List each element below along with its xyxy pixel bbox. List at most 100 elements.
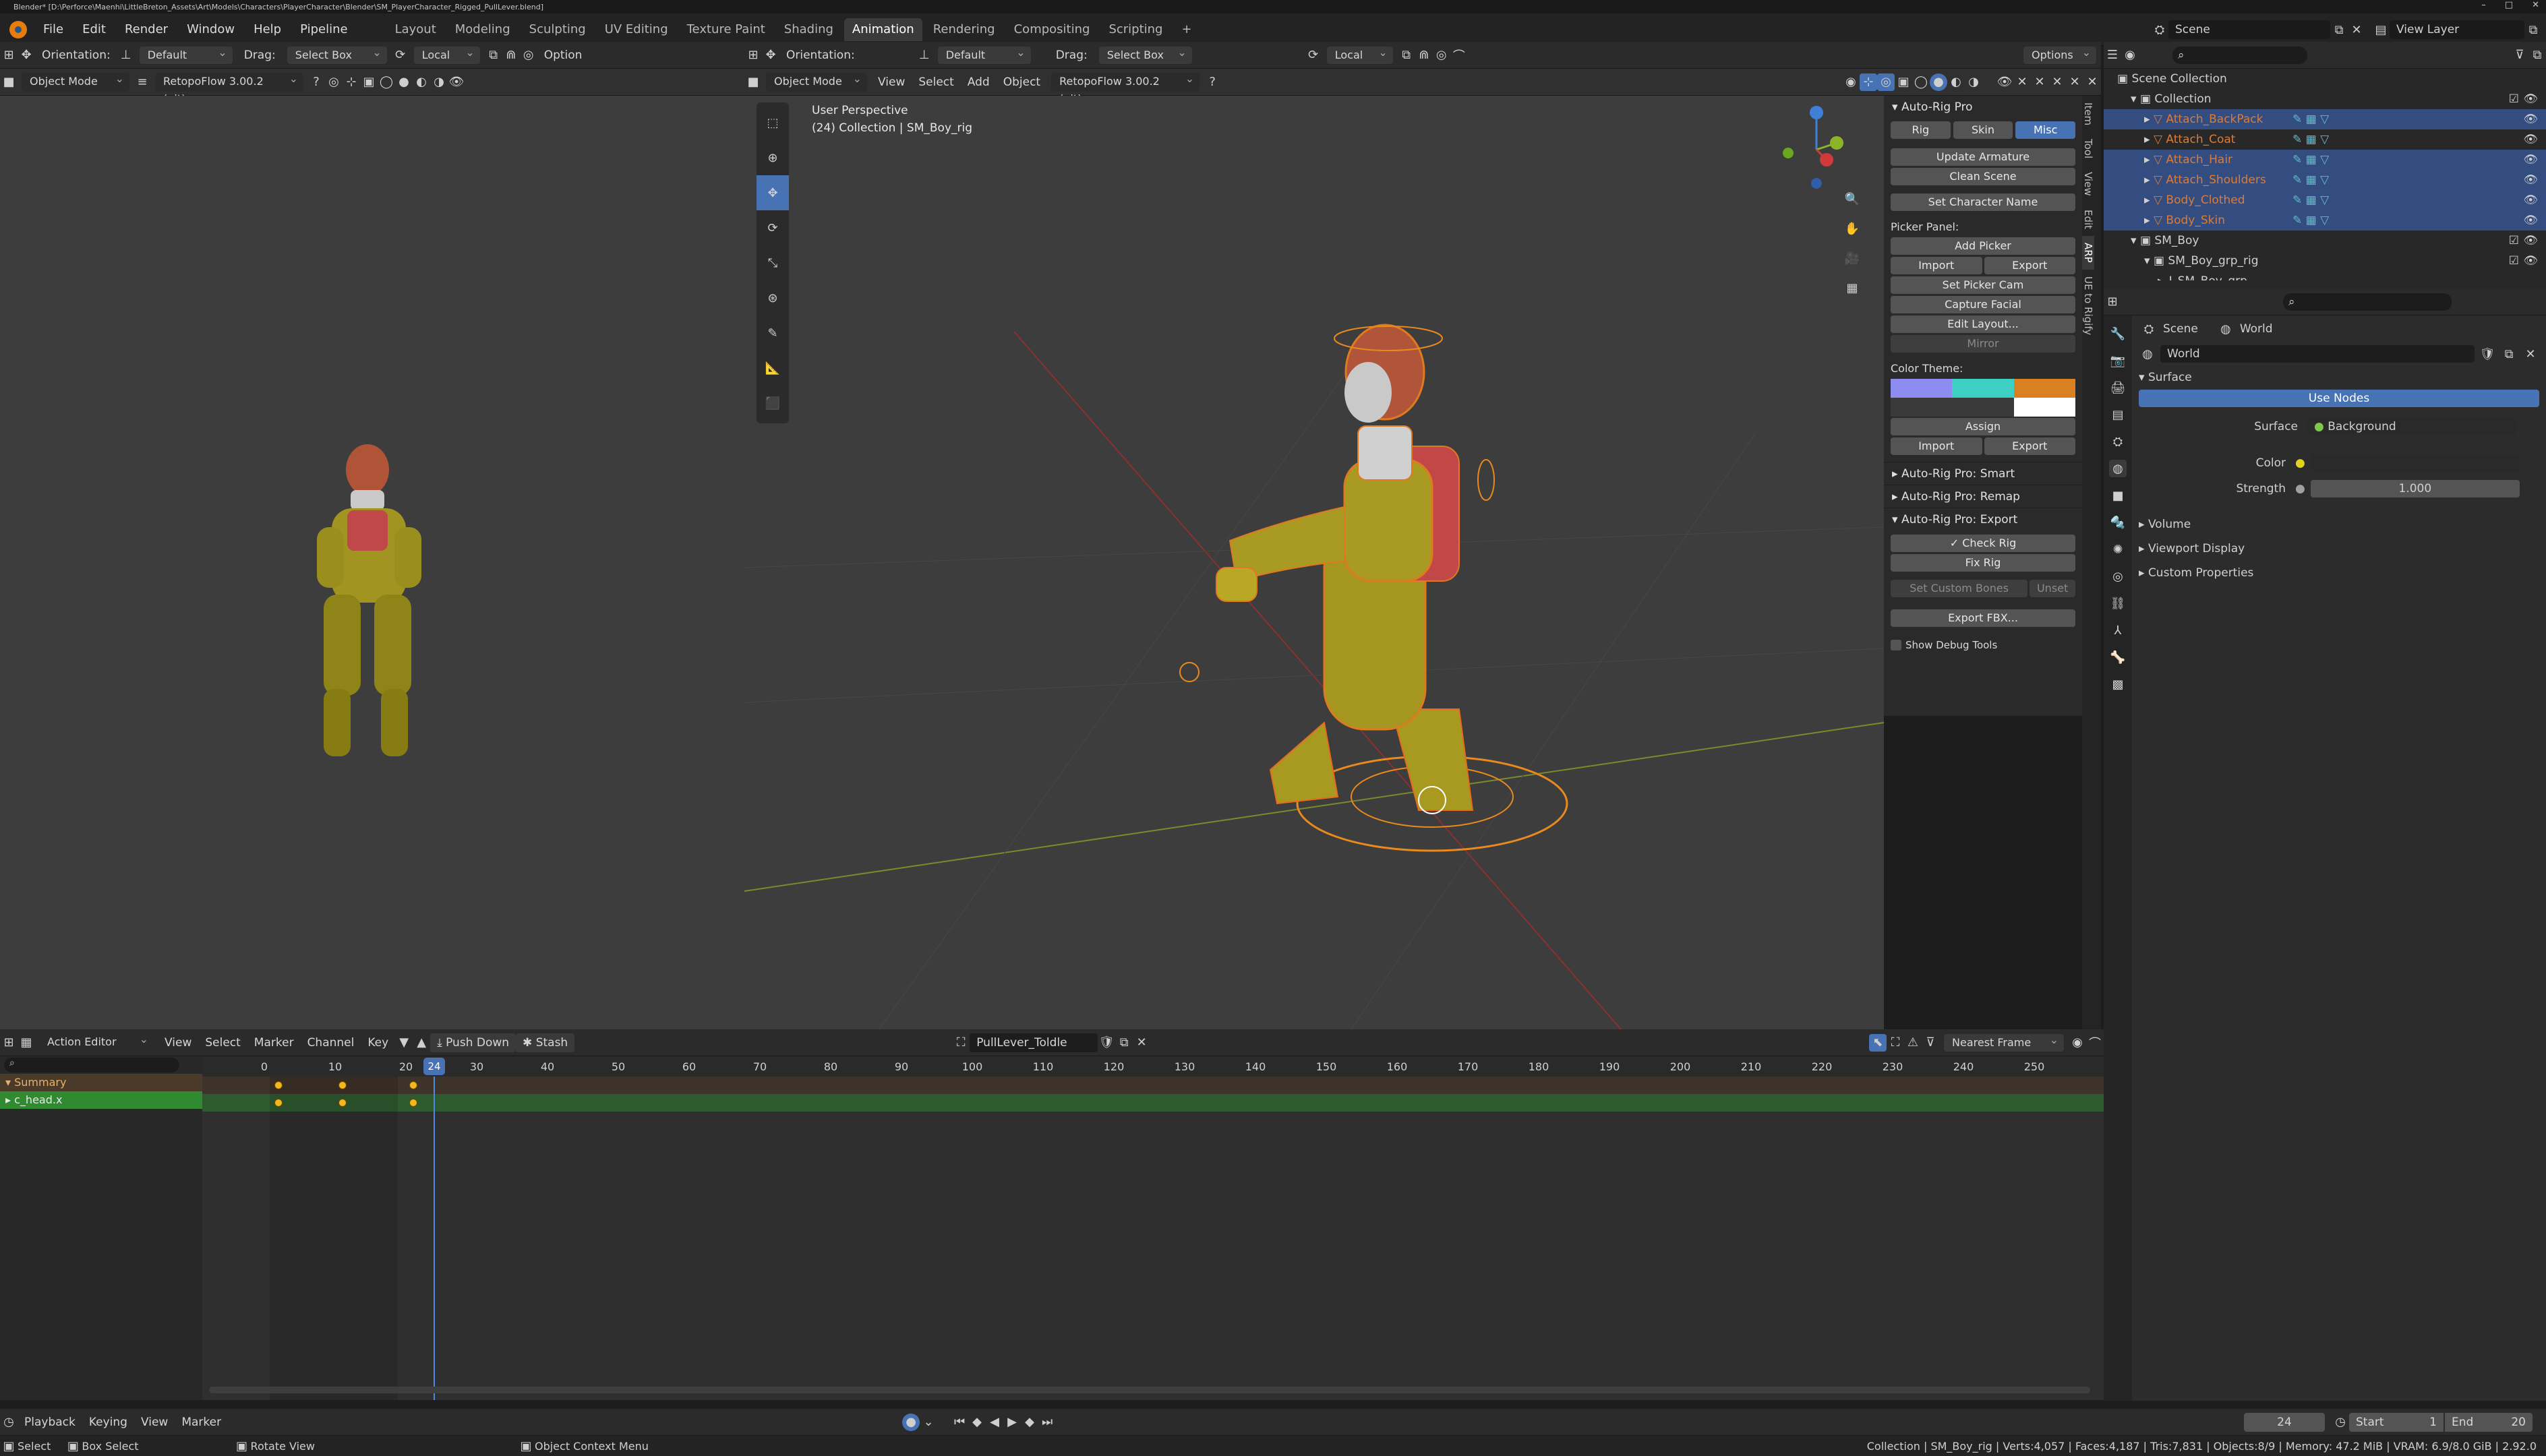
- up-arrow-icon[interactable]: ▲: [413, 1034, 430, 1052]
- assign-button[interactable]: Assign: [1891, 418, 2075, 435]
- measure-tool-icon[interactable]: 📐: [757, 351, 789, 386]
- checkbox-icon[interactable]: ☑: [2509, 231, 2519, 251]
- delete-scene-icon[interactable]: ✕: [2348, 21, 2365, 38]
- view-overlay-icon[interactable]: ◎: [325, 73, 343, 91]
- proportional-icon[interactable]: ◉: [2069, 1034, 2086, 1052]
- tab-sculpting[interactable]: Sculpting: [521, 18, 594, 41]
- update-armature-button[interactable]: Update Armature: [1891, 148, 2075, 166]
- proportional-falloff-icon[interactable]: ⌒: [1450, 47, 1468, 64]
- close-x-icon[interactable]: ✕: [2048, 73, 2066, 91]
- overlay-icon[interactable]: ◎: [1877, 73, 1895, 91]
- sm-boy-grp-row[interactable]: ▸ ⅄ SM_Boy_grp: [2104, 271, 2546, 280]
- tab-compositing[interactable]: Compositing: [1006, 18, 1098, 41]
- show-debug-checkbox[interactable]: [1891, 640, 1901, 650]
- keying-dropdown-icon[interactable]: ⌄: [920, 1414, 937, 1431]
- menu-marker[interactable]: Marker: [175, 1416, 228, 1429]
- keyframe-marker[interactable]: [409, 1081, 417, 1089]
- tab-edit[interactable]: Edit: [2082, 203, 2094, 236]
- constraints-tab-icon[interactable]: ⛓: [2109, 595, 2127, 612]
- theme-color-swatch[interactable]: [1952, 379, 2014, 398]
- main-mode-dropdown[interactable]: Object Mode: [766, 70, 867, 92]
- options-dropdown[interactable]: Options: [2023, 44, 2097, 65]
- select-tool-icon[interactable]: ⬚: [757, 105, 789, 140]
- outliner-item[interactable]: ▸ ▽ Body_Clothed ✎ ▦ ▽ 👁: [2104, 190, 2546, 210]
- keyframe-marker[interactable]: [338, 1099, 347, 1107]
- start-frame-field[interactable]: Start 1: [2349, 1412, 2444, 1432]
- outliner-item[interactable]: ▸ ▽ Attach_Shoulders ✎ ▦ ▽ 👁: [2104, 170, 2546, 190]
- transform-tool-icon[interactable]: ⊛: [757, 280, 789, 315]
- new-scene-icon[interactable]: ⧉: [2330, 21, 2348, 38]
- drag-dropdown[interactable]: Select Box: [286, 44, 388, 65]
- modifiers-tab-icon[interactable]: 🔩: [2109, 514, 2127, 531]
- rigged-character[interactable]: [1179, 324, 1568, 852]
- outliner-search-input[interactable]: ⌕: [2172, 46, 2307, 64]
- auto-key-icon[interactable]: ●: [902, 1413, 920, 1431]
- display-mode-icon[interactable]: ◉: [2121, 47, 2139, 64]
- world-tab-icon[interactable]: ◍: [2109, 460, 2127, 477]
- jump-end-icon[interactable]: ⏭: [1038, 1414, 1056, 1431]
- frame-ruler[interactable]: 0 10 20 30 40 50 60 70 80 90 100 110 120 130 140 150 160…: [202, 1056, 2104, 1076]
- strength-field[interactable]: 1.000: [2310, 480, 2520, 497]
- playhead-frame[interactable]: 24: [423, 1058, 445, 1075]
- outliner-item[interactable]: ▸ ▽ Attach_Hair ✎ ▦ ▽ 👁: [2104, 150, 2546, 170]
- menu-view[interactable]: View: [134, 1416, 175, 1429]
- eye-icon[interactable]: 👁: [2523, 210, 2538, 231]
- move-tool-icon[interactable]: ✥: [762, 47, 779, 64]
- scene-tab-icon[interactable]: ⛭: [2109, 433, 2127, 450]
- summary-channel[interactable]: ▾ Summary: [0, 1074, 202, 1091]
- editor-type-icon[interactable]: ⊞: [0, 1034, 18, 1052]
- view-layer-selector[interactable]: View Layer: [2390, 20, 2524, 39]
- move-tool-icon[interactable]: ✥: [18, 47, 35, 64]
- outliner-item[interactable]: ▸ ▽ Attach_BackPack ✎ ▦ ▽ 👁: [2104, 109, 2546, 129]
- eye-icon[interactable]: 👁: [2523, 109, 2538, 129]
- check-rig-button[interactable]: ✓ Check Rig: [1891, 535, 2075, 552]
- editor-type-icon[interactable]: ◷: [0, 1414, 18, 1431]
- close-x-icon[interactable]: ✕: [2083, 73, 2101, 91]
- current-frame-field[interactable]: 24: [2244, 1412, 2325, 1432]
- unlink-icon[interactable]: ✕: [1133, 1034, 1150, 1052]
- snap-dropdown[interactable]: Nearest Frame: [1943, 1031, 2065, 1052]
- outliner-item[interactable]: ▸ ▽ Attach_Coat ✎ ▦ ▽ 👁: [2104, 129, 2546, 150]
- custom-properties-section[interactable]: ▸ Custom Properties: [2132, 561, 2546, 585]
- keyframe-marker[interactable]: [338, 1081, 347, 1089]
- editor-type-icon[interactable]: ⊞: [2104, 293, 2121, 311]
- physics-tab-icon[interactable]: ◎: [2109, 568, 2127, 585]
- menu-object[interactable]: Object: [997, 75, 1047, 89]
- menu-channel[interactable]: Channel: [301, 1036, 361, 1050]
- pan-hand-icon[interactable]: ✋: [1843, 220, 1861, 237]
- particles-tab-icon[interactable]: ✺: [2109, 541, 2127, 558]
- export-fbx-button[interactable]: Export FBX...: [1891, 609, 2075, 627]
- editor-type-icon[interactable]: ☰: [2104, 47, 2121, 64]
- color-theme-swatches[interactable]: [1891, 379, 2075, 398]
- tab-animation[interactable]: Animation: [843, 18, 922, 41]
- keyframe-marker[interactable]: [409, 1099, 417, 1107]
- tab-view[interactable]: View: [2082, 165, 2094, 203]
- gizmo-icon[interactable]: ⊹: [1860, 73, 1877, 91]
- texture-tab-icon[interactable]: ▩: [2109, 675, 2127, 693]
- zoom-icon[interactable]: 🔍: [1843, 190, 1861, 208]
- menu-playback[interactable]: Playback: [18, 1416, 82, 1429]
- show-hidden-icon[interactable]: ⛶: [1887, 1034, 1904, 1052]
- arp-remap-section[interactable]: ▸ Auto-Rig Pro: Remap: [1884, 485, 2082, 508]
- color-field[interactable]: [2310, 454, 2520, 472]
- viewport-display-section[interactable]: ▸ Viewport Display: [2132, 537, 2546, 561]
- main-viewport[interactable]: User Perspective (24) Collection | SM_Bo…: [744, 96, 1884, 1029]
- menu-keying[interactable]: Keying: [82, 1416, 134, 1429]
- capture-facial-button[interactable]: Capture Facial: [1891, 296, 2075, 313]
- snap-icon[interactable]: ⧉: [485, 47, 502, 64]
- volume-section[interactable]: ▸ Volume: [2132, 512, 2546, 537]
- set-picker-cam-button[interactable]: Set Picker Cam: [1891, 276, 2075, 294]
- sm-boy-row[interactable]: ▾ ▣ SM_Boy ☑ 👁: [2104, 231, 2546, 251]
- camera-view-icon[interactable]: 🎥: [1843, 249, 1861, 267]
- eye-icon[interactable]: 👁: [2523, 89, 2538, 109]
- horizontal-scrollbar[interactable]: [209, 1387, 2090, 1393]
- prev-key-icon[interactable]: ◆: [968, 1414, 986, 1431]
- errors-icon[interactable]: ⚠: [1904, 1034, 1922, 1052]
- tab-uv-editing[interactable]: UV Editing: [597, 18, 676, 41]
- tab-modeling[interactable]: Modeling: [447, 18, 519, 41]
- eye-icon[interactable]: 👁: [2523, 190, 2538, 210]
- menu-select[interactable]: Select: [198, 1036, 247, 1050]
- falloff-icon[interactable]: ⌒: [2086, 1034, 2104, 1052]
- magnet-icon[interactable]: ⋒: [502, 47, 520, 64]
- menu-render[interactable]: Render: [115, 13, 177, 46]
